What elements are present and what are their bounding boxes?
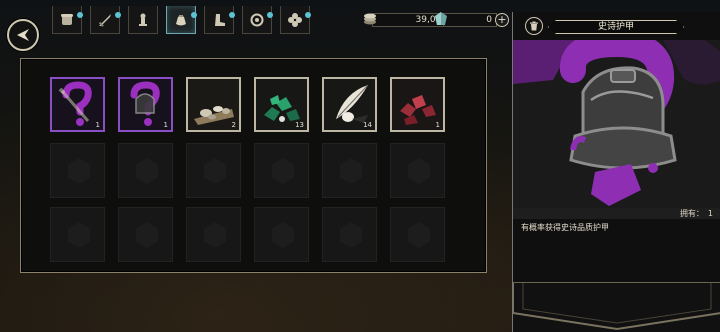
notification-dot	[115, 12, 121, 18]
inventory-slot[interactable]: 1	[390, 77, 445, 132]
tab-boots[interactable]	[204, 6, 235, 34]
tab-weapons[interactable]	[90, 6, 121, 34]
notification-dot	[305, 12, 311, 18]
notification-dot	[77, 12, 83, 18]
item-quantity: 1	[163, 121, 168, 129]
coin-stack-icon	[364, 13, 376, 25]
inventory-slot-empty[interactable]	[322, 143, 377, 198]
item-quantity: 14	[363, 121, 372, 129]
inventory-slot-empty[interactable]	[254, 207, 309, 262]
epic-armor-illustration	[513, 40, 720, 208]
boot-icon	[215, 13, 225, 26]
inventory-slot[interactable]: 1	[50, 77, 105, 132]
inventory-slot[interactable]: 13	[254, 77, 309, 132]
shard-amount: 0	[443, 13, 497, 27]
item-quantity: 13	[295, 121, 304, 129]
item-quantity: 1	[435, 121, 440, 129]
inventory-slot-empty[interactable]	[50, 207, 105, 262]
inventory-slot-empty[interactable]	[186, 143, 241, 198]
owned-count: 1	[707, 209, 713, 218]
inventory-slot-empty[interactable]	[118, 207, 173, 262]
pouch-icon	[176, 14, 186, 25]
inventory-slot-empty[interactable]	[390, 143, 445, 198]
back-arrow-icon	[17, 29, 29, 41]
inventory-slot-empty[interactable]	[186, 207, 241, 262]
inventory-slot[interactable]: 14	[322, 77, 377, 132]
inventory-slot-empty[interactable]	[118, 143, 173, 198]
add-shards-button[interactable]: +	[495, 13, 509, 27]
inventory-slot-empty[interactable]	[50, 143, 105, 198]
item-detail-panel: 史诗护甲 拥有： 1 有概率获得史诗品质护甲	[512, 12, 720, 332]
item-quantity: 2	[231, 121, 236, 129]
chess-piece-icon	[139, 13, 147, 26]
tab-trinkets[interactable]	[128, 6, 158, 34]
notification-dot	[229, 12, 235, 18]
tab-scrolls[interactable]	[52, 6, 83, 34]
shard-counter: 0 +	[433, 12, 509, 28]
item-quantity: 1	[95, 121, 100, 129]
detail-footer-ornament	[513, 282, 720, 332]
ring-icon	[250, 13, 264, 26]
discard-button[interactable]	[525, 17, 543, 35]
clover-gem-icon	[288, 12, 302, 27]
inventory-slot[interactable]: 1	[118, 77, 173, 132]
item-title: 史诗护甲	[548, 20, 684, 34]
tab-gems[interactable]	[280, 6, 311, 34]
trash-icon	[530, 21, 538, 31]
inventory-slot[interactable]: 2	[186, 77, 241, 132]
crystal-shard-icon	[435, 12, 447, 25]
owned-label: 拥有：	[679, 209, 704, 218]
item-description: 有概率获得史诗品质护甲	[521, 223, 609, 232]
sword-icon	[98, 13, 111, 27]
notification-dot	[267, 12, 273, 18]
notification-dot	[191, 12, 197, 18]
owned-count-bar: 拥有： 1	[513, 208, 720, 219]
category-tabs	[52, 6, 311, 36]
inventory-panel: 1 1 2 13 14 1	[20, 58, 487, 273]
item-artwork	[513, 40, 720, 208]
inventory-slot-empty[interactable]	[254, 143, 309, 198]
tab-rings[interactable]	[242, 6, 273, 34]
ornament-frame-icon	[513, 283, 720, 331]
scroll-icon	[61, 13, 73, 25]
back-button[interactable]	[7, 19, 39, 51]
inventory-slot-empty[interactable]	[390, 207, 445, 262]
tab-pouches[interactable]	[166, 6, 197, 34]
inventory-slot-empty[interactable]	[322, 207, 377, 262]
